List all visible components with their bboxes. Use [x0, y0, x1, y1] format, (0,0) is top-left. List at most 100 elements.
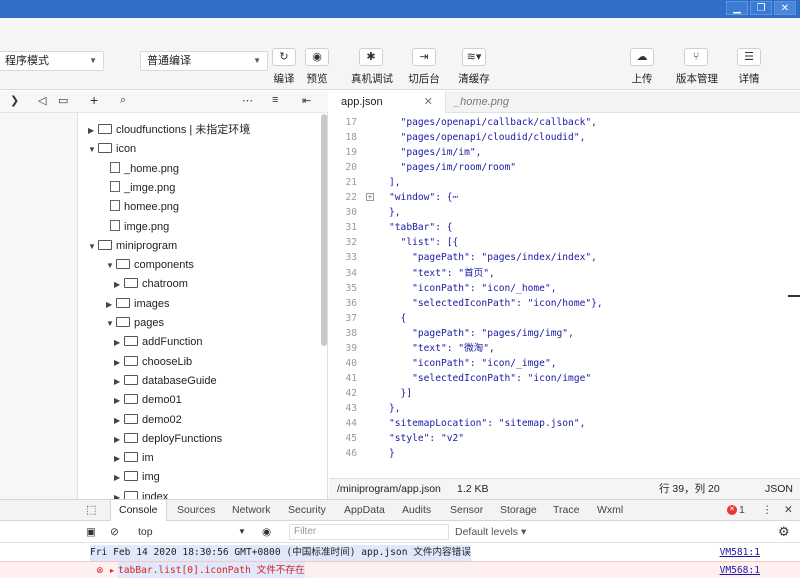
tree-folder[interactable]: ▶ demo01	[114, 391, 182, 410]
fold-expand-icon[interactable]: +	[366, 193, 374, 202]
tree-file[interactable]: _home.png	[108, 160, 179, 179]
search-icon[interactable]: ⌕	[120, 94, 126, 107]
line-number: 41	[345, 372, 357, 384]
tree-folder[interactable]: ▼ pages	[106, 314, 164, 333]
cursor-position[interactable]: 行 39，列 20	[659, 479, 720, 499]
chevron-down-icon[interactable]: ▼	[106, 314, 116, 333]
chevron-down-icon[interactable]: ▼	[106, 256, 116, 275]
tab-sensor[interactable]: Sensor	[450, 500, 483, 521]
folder-icon	[124, 471, 138, 482]
chevron-right-icon[interactable]: ▶	[106, 295, 116, 314]
chevron-down-icon[interactable]: ▼	[88, 140, 98, 159]
tab-console[interactable]: Console	[110, 500, 167, 521]
image-file-icon	[110, 200, 120, 212]
upload-button[interactable]: ☁ 上传	[622, 48, 662, 86]
tree-item-label: miniprogram	[116, 239, 178, 252]
code-text: },	[389, 207, 401, 219]
close-window-button[interactable]: ✕	[774, 1, 796, 15]
tab-app-json[interactable]: app.json ✕	[329, 91, 446, 113]
tab-label: _home.png	[454, 96, 510, 108]
tree-folder[interactable]: ▶ images	[106, 295, 169, 314]
console-log-group[interactable]: ▼ Fri Feb 14 2020 18:30:56 GMT+0800 (中国标…	[0, 545, 800, 561]
tab-sources[interactable]: Sources	[177, 500, 216, 521]
chevron-right-icon[interactable]: ▶	[88, 121, 98, 140]
tree-folder[interactable]: ▶ databaseGuide	[114, 372, 217, 391]
more-icon[interactable]: ⋯	[242, 94, 253, 107]
tree-folder[interactable]: ▼ miniprogram	[88, 237, 177, 256]
tab-home-png[interactable]: _home.png	[442, 91, 521, 113]
code-text: }	[389, 448, 395, 460]
chevron-down-icon[interactable]: ▼	[88, 237, 98, 256]
close-devtools-icon[interactable]: ✕	[784, 500, 793, 521]
inspect-icon[interactable]: ⬚	[86, 500, 96, 521]
collapse-chevron-icon[interactable]: ❯	[10, 94, 19, 107]
tab-storage[interactable]: Storage	[500, 500, 537, 521]
remote-debug-button[interactable]: ✱ 真机调试	[351, 48, 393, 86]
background-button[interactable]: ⇥ 切后台	[404, 48, 444, 86]
mode-select[interactable]: 程序模式 ▼	[0, 51, 104, 71]
levels-select[interactable]: Default levels ▾	[455, 521, 526, 543]
chevron-right-icon[interactable]: ▶	[114, 449, 124, 468]
sound-icon[interactable]: ◁	[38, 94, 46, 107]
details-button[interactable]: ☰ 详情	[729, 48, 769, 86]
tree-folder[interactable]: ▶ cloudfunctions | 未指定环境	[88, 121, 250, 140]
error-source-link[interactable]: VM568:1	[720, 562, 760, 578]
maximize-button[interactable]: ❐	[750, 1, 772, 15]
error-count[interactable]: 1	[739, 500, 745, 521]
folder-icon	[116, 317, 130, 327]
tree-file[interactable]: homee.png	[108, 198, 179, 217]
collapse-panel-icon[interactable]: ⇤	[302, 94, 311, 107]
tree-folder[interactable]: ▶ im	[114, 449, 154, 468]
chevron-right-icon[interactable]: ▶	[114, 275, 124, 294]
tree-folder[interactable]: ▼ components	[106, 256, 194, 275]
minimize-button[interactable]: ▁	[726, 1, 748, 15]
chevron-right-icon[interactable]: ▶	[114, 372, 124, 391]
tree-folder[interactable]: ▶ demo02	[114, 411, 182, 430]
close-icon[interactable]: ✕	[424, 96, 433, 108]
tree-folder[interactable]: ▶ chooseLib	[114, 353, 192, 372]
version-button[interactable]: ⑂ 版本管理	[676, 48, 718, 86]
tree-folder[interactable]: ▶ deployFunctions	[114, 430, 222, 449]
tab-audits[interactable]: Audits	[402, 500, 431, 521]
console-error-row[interactable]: ⊗ ▸ tabBar.list[0].iconPath 文件不存在 VM568:…	[0, 561, 800, 578]
chevron-right-icon[interactable]: ▶	[114, 391, 124, 410]
tab-appdata[interactable]: AppData	[344, 500, 385, 521]
chevron-right-icon[interactable]: ▶	[114, 430, 124, 449]
tree-folder[interactable]: ▶ img	[114, 468, 160, 487]
context-select[interactable]: top	[138, 521, 153, 543]
tab-security[interactable]: Security	[288, 500, 326, 521]
chevron-right-icon[interactable]: ▶	[114, 353, 124, 372]
chevron-right-icon[interactable]: ▶	[114, 468, 124, 487]
filter-input[interactable]: Filter	[289, 524, 449, 540]
activity-column	[0, 113, 78, 499]
preview-button[interactable]: ◉ 预览	[297, 48, 337, 86]
add-icon[interactable]: +	[90, 92, 98, 108]
line-number: 38	[345, 327, 357, 339]
sort-icon[interactable]: ≡	[272, 94, 278, 106]
chat-icon[interactable]: ▭	[58, 94, 68, 107]
chevron-down-icon: ▼	[253, 56, 261, 65]
chevron-right-icon[interactable]: ▶	[114, 333, 124, 352]
tree-file[interactable]: _imge.png	[108, 179, 175, 198]
gear-icon[interactable]: ⚙	[778, 521, 790, 543]
line-number: 32	[345, 237, 357, 249]
language-mode[interactable]: JSON	[765, 479, 793, 499]
eye-icon[interactable]: ◉	[262, 521, 271, 543]
tree-folder[interactable]: ▶ addFunction	[114, 333, 203, 352]
sidebar-toggle-icon[interactable]: ▣	[86, 521, 96, 543]
expand-arrow-icon[interactable]: ▸	[110, 562, 114, 578]
clear-console-icon[interactable]: ⊘	[110, 521, 119, 543]
clear-cache-button[interactable]: ≋▾ 清缓存	[454, 48, 494, 86]
tab-wxml[interactable]: Wxml	[597, 500, 623, 521]
compile-select[interactable]: 普通编译 ▼	[140, 51, 268, 71]
more-vertical-icon[interactable]: ⋮	[762, 500, 773, 521]
tab-trace[interactable]: Trace	[553, 500, 579, 521]
tree-folder[interactable]: ▼ icon	[88, 140, 136, 159]
tab-network[interactable]: Network	[232, 500, 271, 521]
log-source-link[interactable]: VM581:1	[720, 545, 760, 561]
code-text: "pages/openapi/cloudid/cloudid",	[389, 132, 586, 144]
tree-folder[interactable]: ▶ chatroom	[114, 275, 188, 294]
tree-file[interactable]: imge.png	[108, 218, 169, 237]
chevron-right-icon[interactable]: ▶	[114, 411, 124, 430]
sidebar-scrollbar[interactable]	[321, 114, 327, 346]
